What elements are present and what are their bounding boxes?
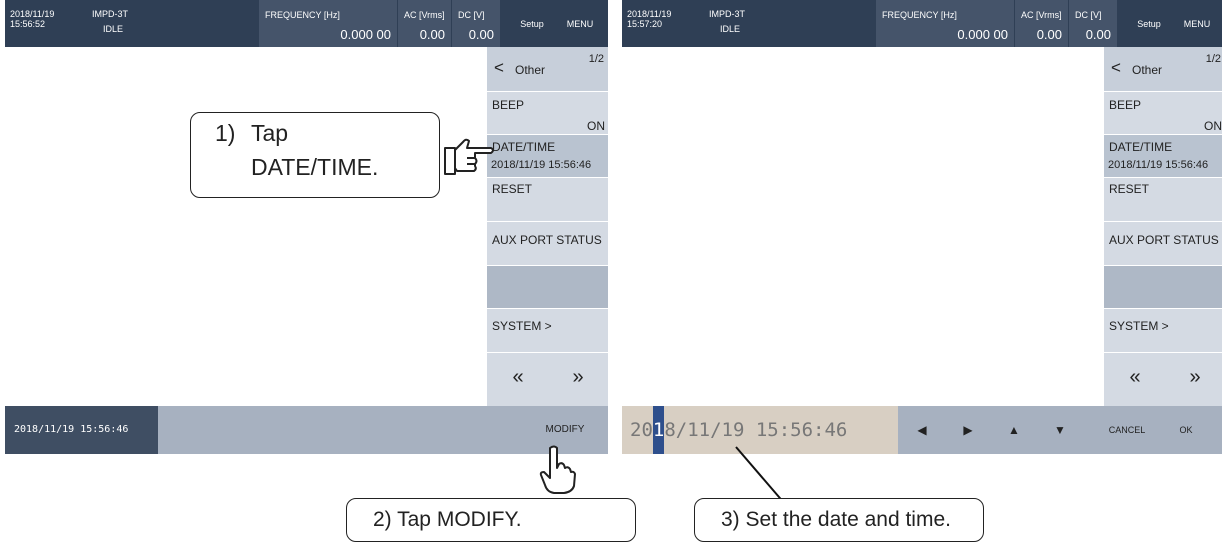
callout-step-3: 3) Set the date and time.	[694, 498, 984, 542]
step3-text: 3) Set the date and time.	[721, 508, 951, 531]
step2-text: 2) Tap MODIFY.	[373, 508, 522, 531]
callout-step-2: 2) Tap MODIFY.	[346, 498, 636, 542]
leader-line	[735, 446, 786, 505]
